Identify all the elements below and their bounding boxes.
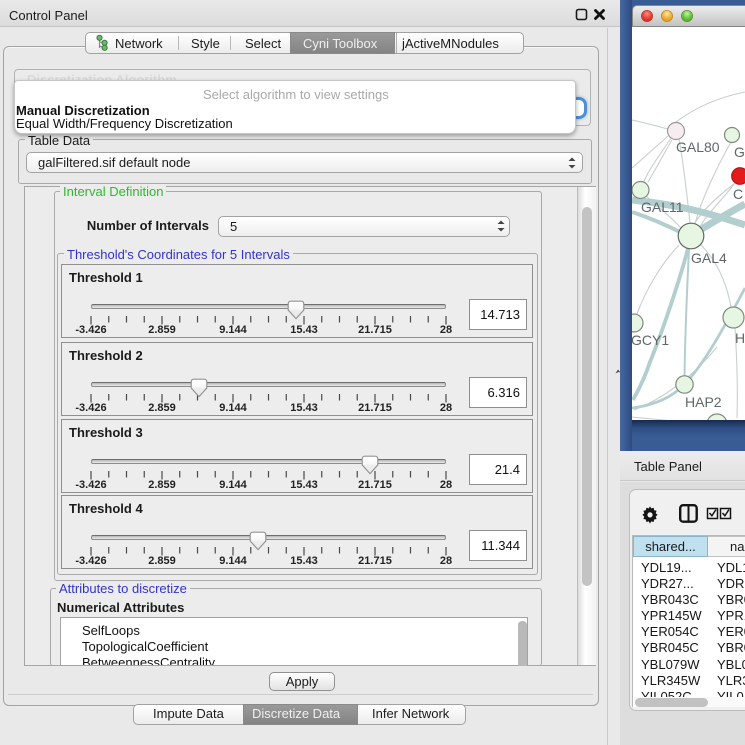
svg-text:G.: G. xyxy=(734,144,745,160)
svg-text:H: H xyxy=(735,330,745,346)
svg-text:GAL80: GAL80 xyxy=(676,139,720,155)
svg-text:GAL4: GAL4 xyxy=(691,250,727,266)
svg-text:C: C xyxy=(733,186,743,202)
svg-text:GCY1: GCY1 xyxy=(632,332,669,348)
svg-text:HAP2: HAP2 xyxy=(685,394,722,410)
svg-text:GAL11: GAL11 xyxy=(641,199,684,215)
